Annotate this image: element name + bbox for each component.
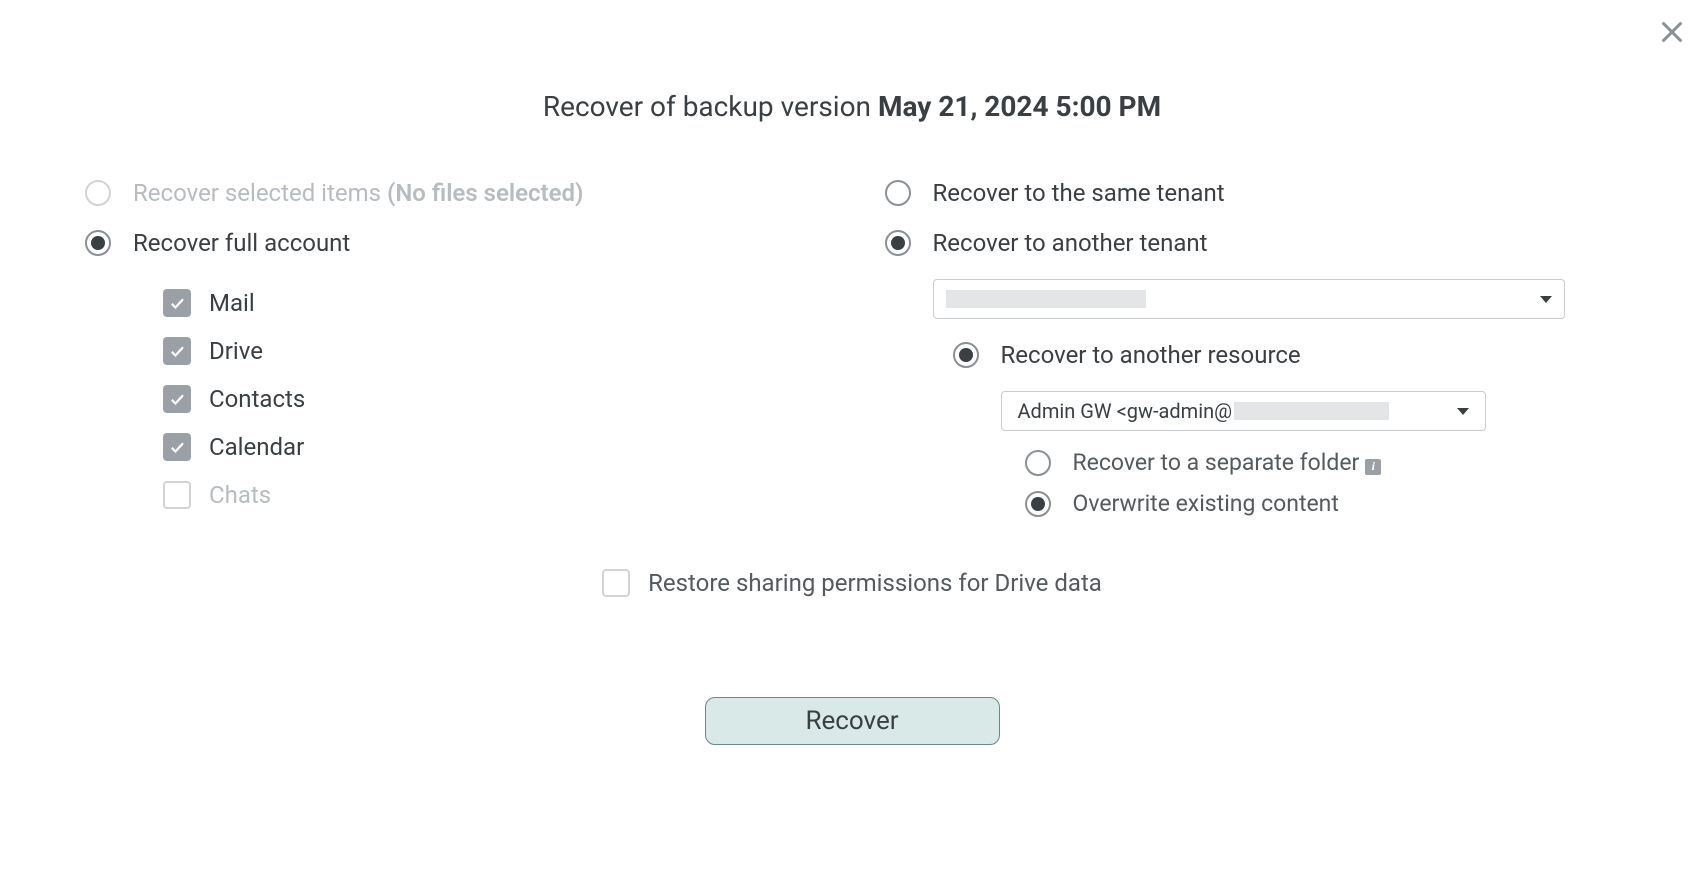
radio-recover-full-account[interactable]: Recover full account <box>85 229 825 257</box>
resource-value-masked <box>1234 402 1389 420</box>
radio-icon <box>85 180 111 206</box>
radio-icon <box>1025 450 1051 476</box>
radio-label: Recover selected items (No files selecte… <box>133 179 583 207</box>
checkbox-contacts[interactable]: Contacts <box>163 385 825 413</box>
radio-icon <box>885 180 911 206</box>
dialog-title: Recover of backup version May 21, 2024 5… <box>80 90 1624 123</box>
checkbox-label: Chats <box>209 481 271 509</box>
recover-button[interactable]: Recover <box>705 697 1000 745</box>
checkbox-icon <box>163 433 191 461</box>
radio-recover-selected-items: Recover selected items (No files selecte… <box>85 179 825 207</box>
radio-label: Recover to another tenant <box>933 229 1208 257</box>
checkbox-label: Restore sharing permissions for Drive da… <box>648 569 1102 597</box>
checkbox-label: Contacts <box>209 385 305 413</box>
checkbox-label: Drive <box>209 337 263 365</box>
checkbox-icon <box>163 481 191 509</box>
checkbox-icon <box>163 385 191 413</box>
radio-another-resource[interactable]: Recover to another resource <box>953 341 1625 369</box>
checkbox-label: Calendar <box>209 433 304 461</box>
radio-another-tenant[interactable]: Recover to another tenant <box>885 229 1625 257</box>
checkbox-chats: Chats <box>163 481 825 509</box>
resource-select[interactable]: Admin GW <gw-admin@ <box>1001 391 1486 431</box>
radio-label: Recover to a separate folderi <box>1073 449 1382 476</box>
recover-scope-column: Recover selected items (No files selecte… <box>80 179 825 531</box>
chevron-down-icon <box>1540 296 1552 303</box>
radio-icon <box>885 230 911 256</box>
radio-label: Overwrite existing content <box>1073 490 1339 517</box>
radio-overwrite[interactable]: Overwrite existing content <box>1025 490 1625 517</box>
checkbox-calendar[interactable]: Calendar <box>163 433 825 461</box>
title-prefix: Recover of backup version <box>543 90 878 123</box>
tenant-select[interactable] <box>933 279 1565 319</box>
checkbox-mail[interactable]: Mail <box>163 289 825 317</box>
info-icon[interactable]: i <box>1365 459 1381 475</box>
resource-value: Admin GW <gw-admin@ <box>1018 399 1390 423</box>
radio-label: Recover full account <box>133 229 350 257</box>
chevron-down-icon <box>1457 408 1469 415</box>
radio-separate-folder[interactable]: Recover to a separate folderi <box>1025 449 1625 476</box>
service-checkbox-list: Mail Drive Contacts Calendar Chats <box>163 289 825 509</box>
radio-icon <box>85 230 111 256</box>
checkbox-restore-sharing[interactable]: Restore sharing permissions for Drive da… <box>80 569 1624 597</box>
checkbox-icon <box>163 337 191 365</box>
close-icon[interactable] <box>1658 18 1686 46</box>
checkbox-icon <box>163 289 191 317</box>
recover-destination-column: Recover to the same tenant Recover to an… <box>885 179 1625 531</box>
title-date: May 21, 2024 5:00 PM <box>878 90 1161 123</box>
radio-label: Recover to another resource <box>1001 341 1301 369</box>
recover-dialog: Recover of backup version May 21, 2024 5… <box>0 0 1704 785</box>
checkbox-drive[interactable]: Drive <box>163 337 825 365</box>
radio-icon <box>953 342 979 368</box>
tenant-value-masked <box>946 290 1146 308</box>
radio-same-tenant[interactable]: Recover to the same tenant <box>885 179 1625 207</box>
checkbox-label: Mail <box>209 289 255 317</box>
radio-icon <box>1025 491 1051 517</box>
checkbox-icon <box>602 569 630 597</box>
radio-label: Recover to the same tenant <box>933 179 1225 207</box>
